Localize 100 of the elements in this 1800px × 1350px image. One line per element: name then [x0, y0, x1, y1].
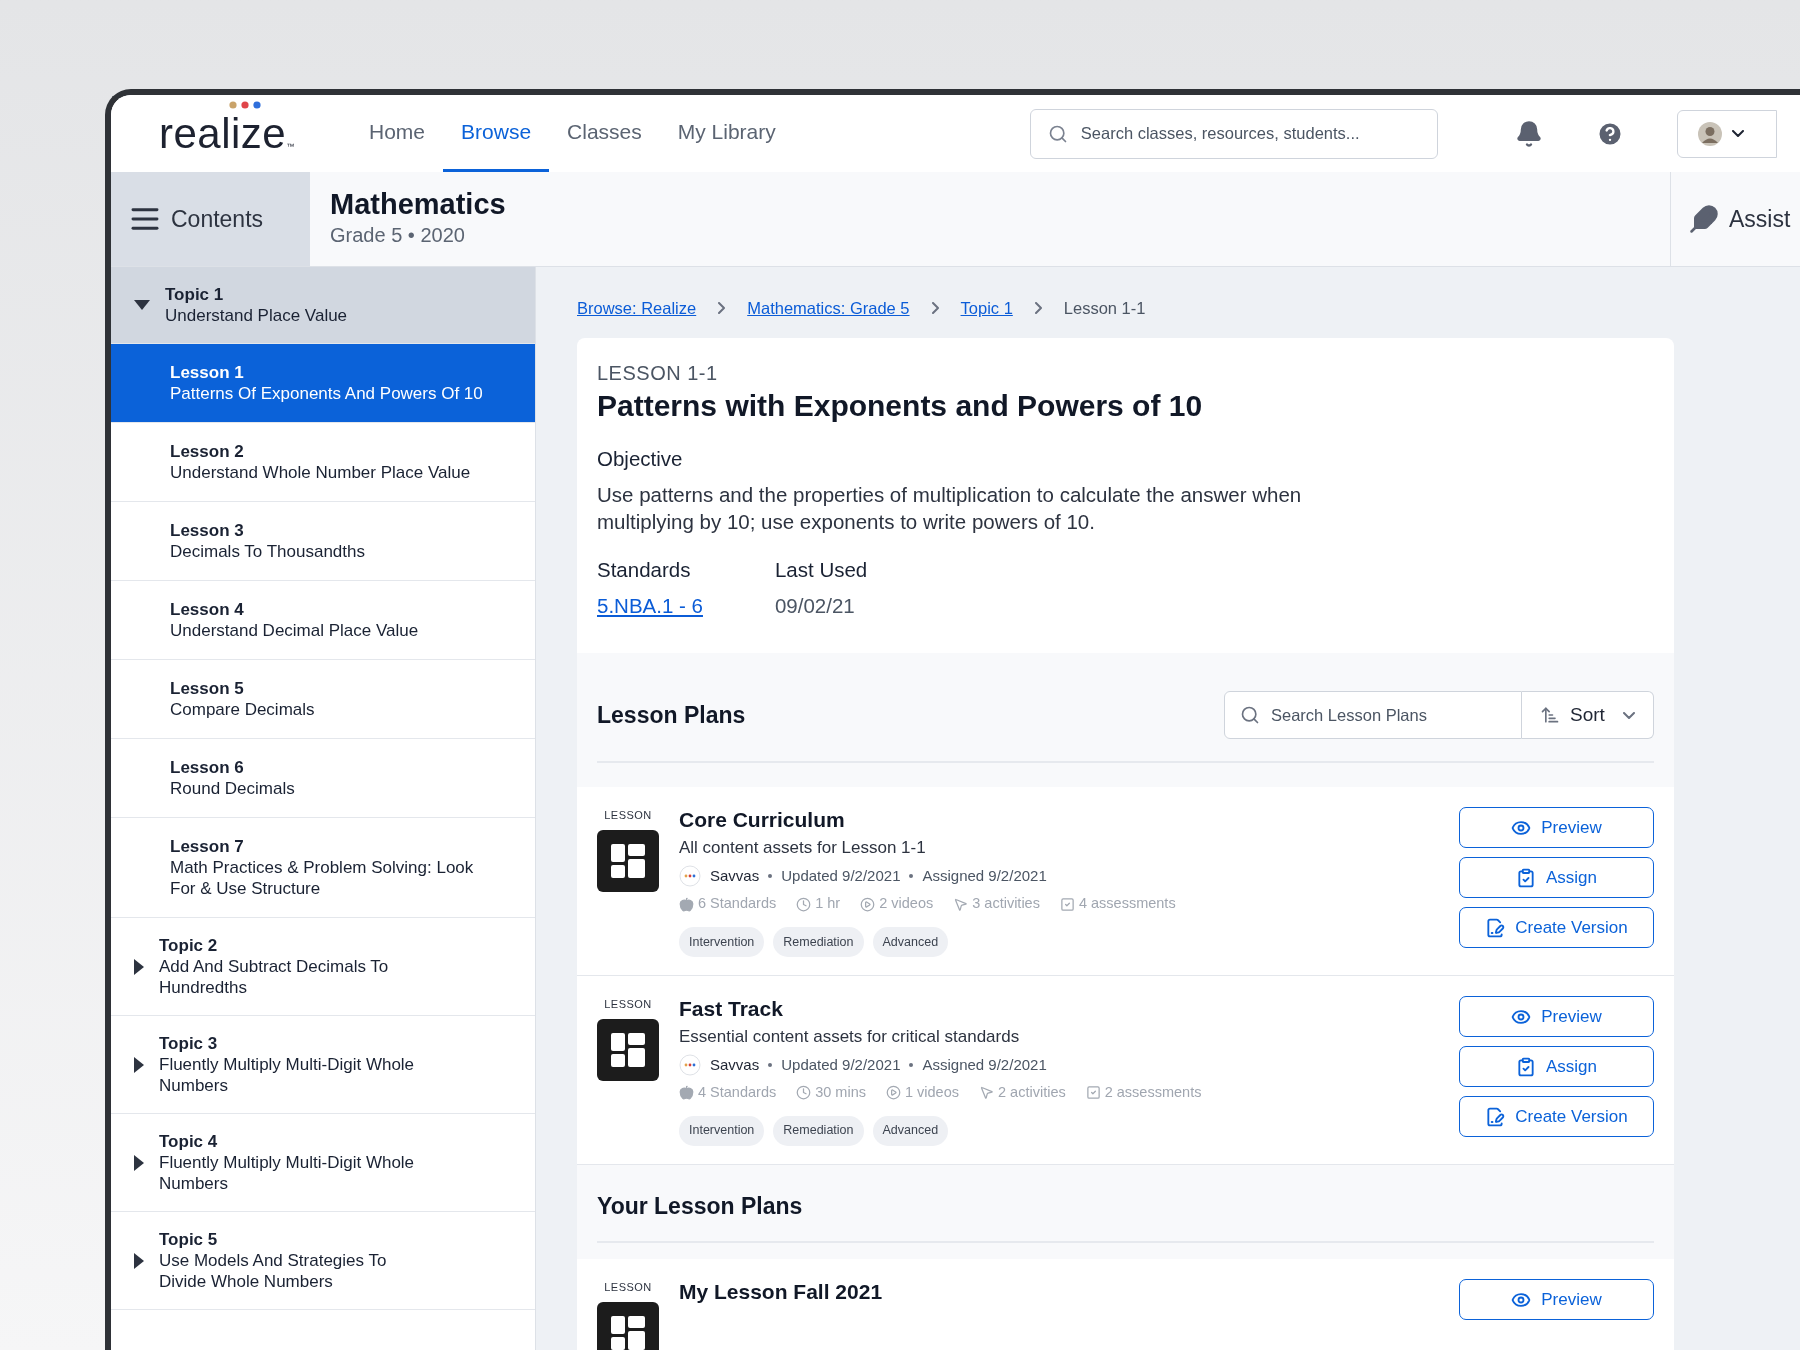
apple-icon — [679, 1085, 694, 1101]
stat-label: 3 activities — [972, 894, 1040, 914]
objective-text: Use patterns and the properties of multiplication to calculate the answer when multiplying by 10; use exponents to write powers of 10. — [597, 481, 1303, 535]
pointer-icon — [953, 896, 969, 912]
row-title: Math Practices & Problem Solving: Look For & Use Structure — [170, 857, 475, 899]
row-label: Lesson 6 — [170, 757, 245, 778]
account-menu-button[interactable] — [1676, 109, 1777, 158]
expand-triangle-icon[interactable] — [133, 1153, 145, 1172]
plan-date: Assigned 9/2/2021 — [922, 1054, 1047, 1075]
layout-icon — [597, 829, 659, 892]
document-edit-icon — [1485, 917, 1506, 938]
topic-title: Use Models And Strategies To Divide Whole Numbers — [159, 1250, 388, 1292]
row-label: Lesson 5 — [170, 678, 245, 699]
row-label: Lesson 1 — [170, 362, 245, 383]
contents-button[interactable]: Contents — [111, 172, 310, 266]
publisher-logo-icon — [679, 1053, 701, 1076]
checkbox-icon — [1059, 896, 1075, 912]
plan-date: Assigned 9/2/2021 — [922, 865, 1047, 886]
breadcrumb-link[interactable]: Topic 1 — [960, 295, 1013, 321]
topic-title: Fluently Multiply Multi-Digit Whole Numbers — [159, 1054, 416, 1096]
topic-label: Topic 4 — [159, 1131, 219, 1152]
last-used-heading: Last Used — [774, 556, 868, 583]
logo-dots-icon — [229, 100, 261, 109]
search-field[interactable]: Search classes, resources, students... — [1029, 108, 1438, 159]
notification-bell-icon[interactable] — [1514, 119, 1543, 148]
checkbox-icon — [1085, 1085, 1101, 1101]
sort-button[interactable]: Sort — [1522, 691, 1654, 740]
chevron-right-icon — [718, 302, 726, 314]
preview-button[interactable]: Preview — [1459, 1279, 1654, 1321]
tag: Intervention — [679, 927, 765, 957]
avatar-icon — [1697, 121, 1722, 146]
tag: Advanced — [872, 927, 949, 957]
preview-button[interactable]: Preview — [1459, 996, 1654, 1037]
bullet-icon — [909, 1062, 914, 1067]
plan-description: Essential content assets for critical standards — [679, 1026, 1021, 1048]
publisher-name: Savvas — [710, 1054, 760, 1075]
expand-triangle-icon[interactable] — [133, 1055, 145, 1074]
topic-label: Topic 5 — [159, 1229, 219, 1250]
plan-title[interactable]: My Lesson Fall 2021 — [679, 1279, 1439, 1306]
lesson-title: Patterns with Exponents and Powers of 10 — [597, 388, 1204, 424]
nav-tab[interactable]: Home — [351, 95, 444, 172]
clipboard-icon — [1516, 1056, 1536, 1077]
assistant-label[interactable]: Assist — [1729, 201, 1791, 237]
topic-row[interactable]: Topic 1 Understand Place Value — [111, 267, 535, 344]
chevron-down-icon — [1623, 711, 1635, 719]
search-icon — [1240, 705, 1260, 726]
document-edit-icon — [1485, 1106, 1506, 1127]
plan-title[interactable]: Core Curriculum — [679, 807, 1439, 834]
stat-label: 4 Standards — [698, 1083, 777, 1102]
topic-label: Topic 3 — [159, 1033, 219, 1054]
bullet-icon — [768, 874, 773, 878]
row-label: Lesson 4 — [170, 599, 245, 620]
play-icon — [860, 896, 876, 912]
type-label: LESSON — [604, 808, 652, 824]
last-used-date: 09/02/21 — [774, 592, 856, 619]
logo-text[interactable]: realize — [159, 112, 287, 155]
nav-tab[interactable]: My Library — [659, 95, 794, 172]
clock-icon — [796, 896, 812, 912]
section-heading: Your Lesson Plans — [597, 1192, 803, 1219]
stat-label: 2 videos — [879, 894, 934, 914]
expand-triangle-icon[interactable] — [133, 1251, 145, 1270]
standards-heading: Standards — [597, 556, 692, 583]
bullet-icon — [909, 874, 914, 878]
section-heading: Lesson Plans — [597, 701, 746, 730]
breadcrumb-link[interactable]: Mathematics: Grade 5 — [747, 295, 910, 321]
assign-button[interactable]: Assign — [1459, 1046, 1654, 1087]
topic-title: Add And Subtract Decimals To Hundredths — [159, 956, 390, 998]
search-icon — [1047, 123, 1068, 144]
nav-tab[interactable]: Classes — [549, 95, 660, 172]
topic-label: Topic 2 — [159, 935, 219, 956]
bullet-icon — [768, 1062, 773, 1067]
create-button[interactable]: Create Version — [1459, 1096, 1654, 1137]
objective-heading: Objective — [597, 446, 684, 472]
preview-button[interactable]: Preview — [1459, 807, 1654, 849]
stat-label: 1 videos — [905, 1083, 959, 1102]
stat-label: 4 assessments — [1078, 894, 1176, 914]
row-title: Understand Decimal Place Value — [170, 620, 420, 641]
topic-title: Fluently Multiply Multi-Digit Whole Numbers — [159, 1152, 416, 1194]
lesson-eyebrow: LESSON 1-1 — [597, 361, 719, 386]
publisher-logo-icon — [679, 865, 701, 887]
collapse-triangle-icon[interactable] — [133, 299, 151, 311]
topic-title: Understand Place Value — [165, 305, 349, 326]
standards-link[interactable]: 5.NBA.1 - 6 — [597, 590, 703, 622]
lesson-row[interactable]: Lesson 1 Patterns Of Exponents And Powers Of 10 — [111, 344, 535, 423]
plan-title[interactable]: Fast Track — [679, 996, 1439, 1022]
plan-date: Updated 9/2/2021 — [781, 1054, 901, 1075]
create-button[interactable]: Create Version — [1459, 907, 1654, 949]
expand-triangle-icon[interactable] — [133, 957, 145, 976]
tag: Remediation — [773, 927, 864, 957]
clock-icon — [796, 1085, 812, 1101]
course-subtitle: Grade 5 • 2020 — [330, 223, 466, 248]
stat-label: 2 assessments — [1104, 1083, 1202, 1102]
sort-icon — [1540, 705, 1560, 726]
breadcrumb-link[interactable]: Browse: Realize — [577, 295, 697, 321]
tag: Advanced — [872, 1115, 949, 1146]
lesson-plan-search-field[interactable]: Search Lesson Plans — [1224, 691, 1522, 740]
stat-label: 30 mins — [815, 1083, 866, 1102]
chevron-down-icon — [1731, 130, 1744, 137]
row-label: Lesson 2 — [170, 441, 245, 462]
assign-button[interactable]: Assign — [1459, 857, 1654, 899]
